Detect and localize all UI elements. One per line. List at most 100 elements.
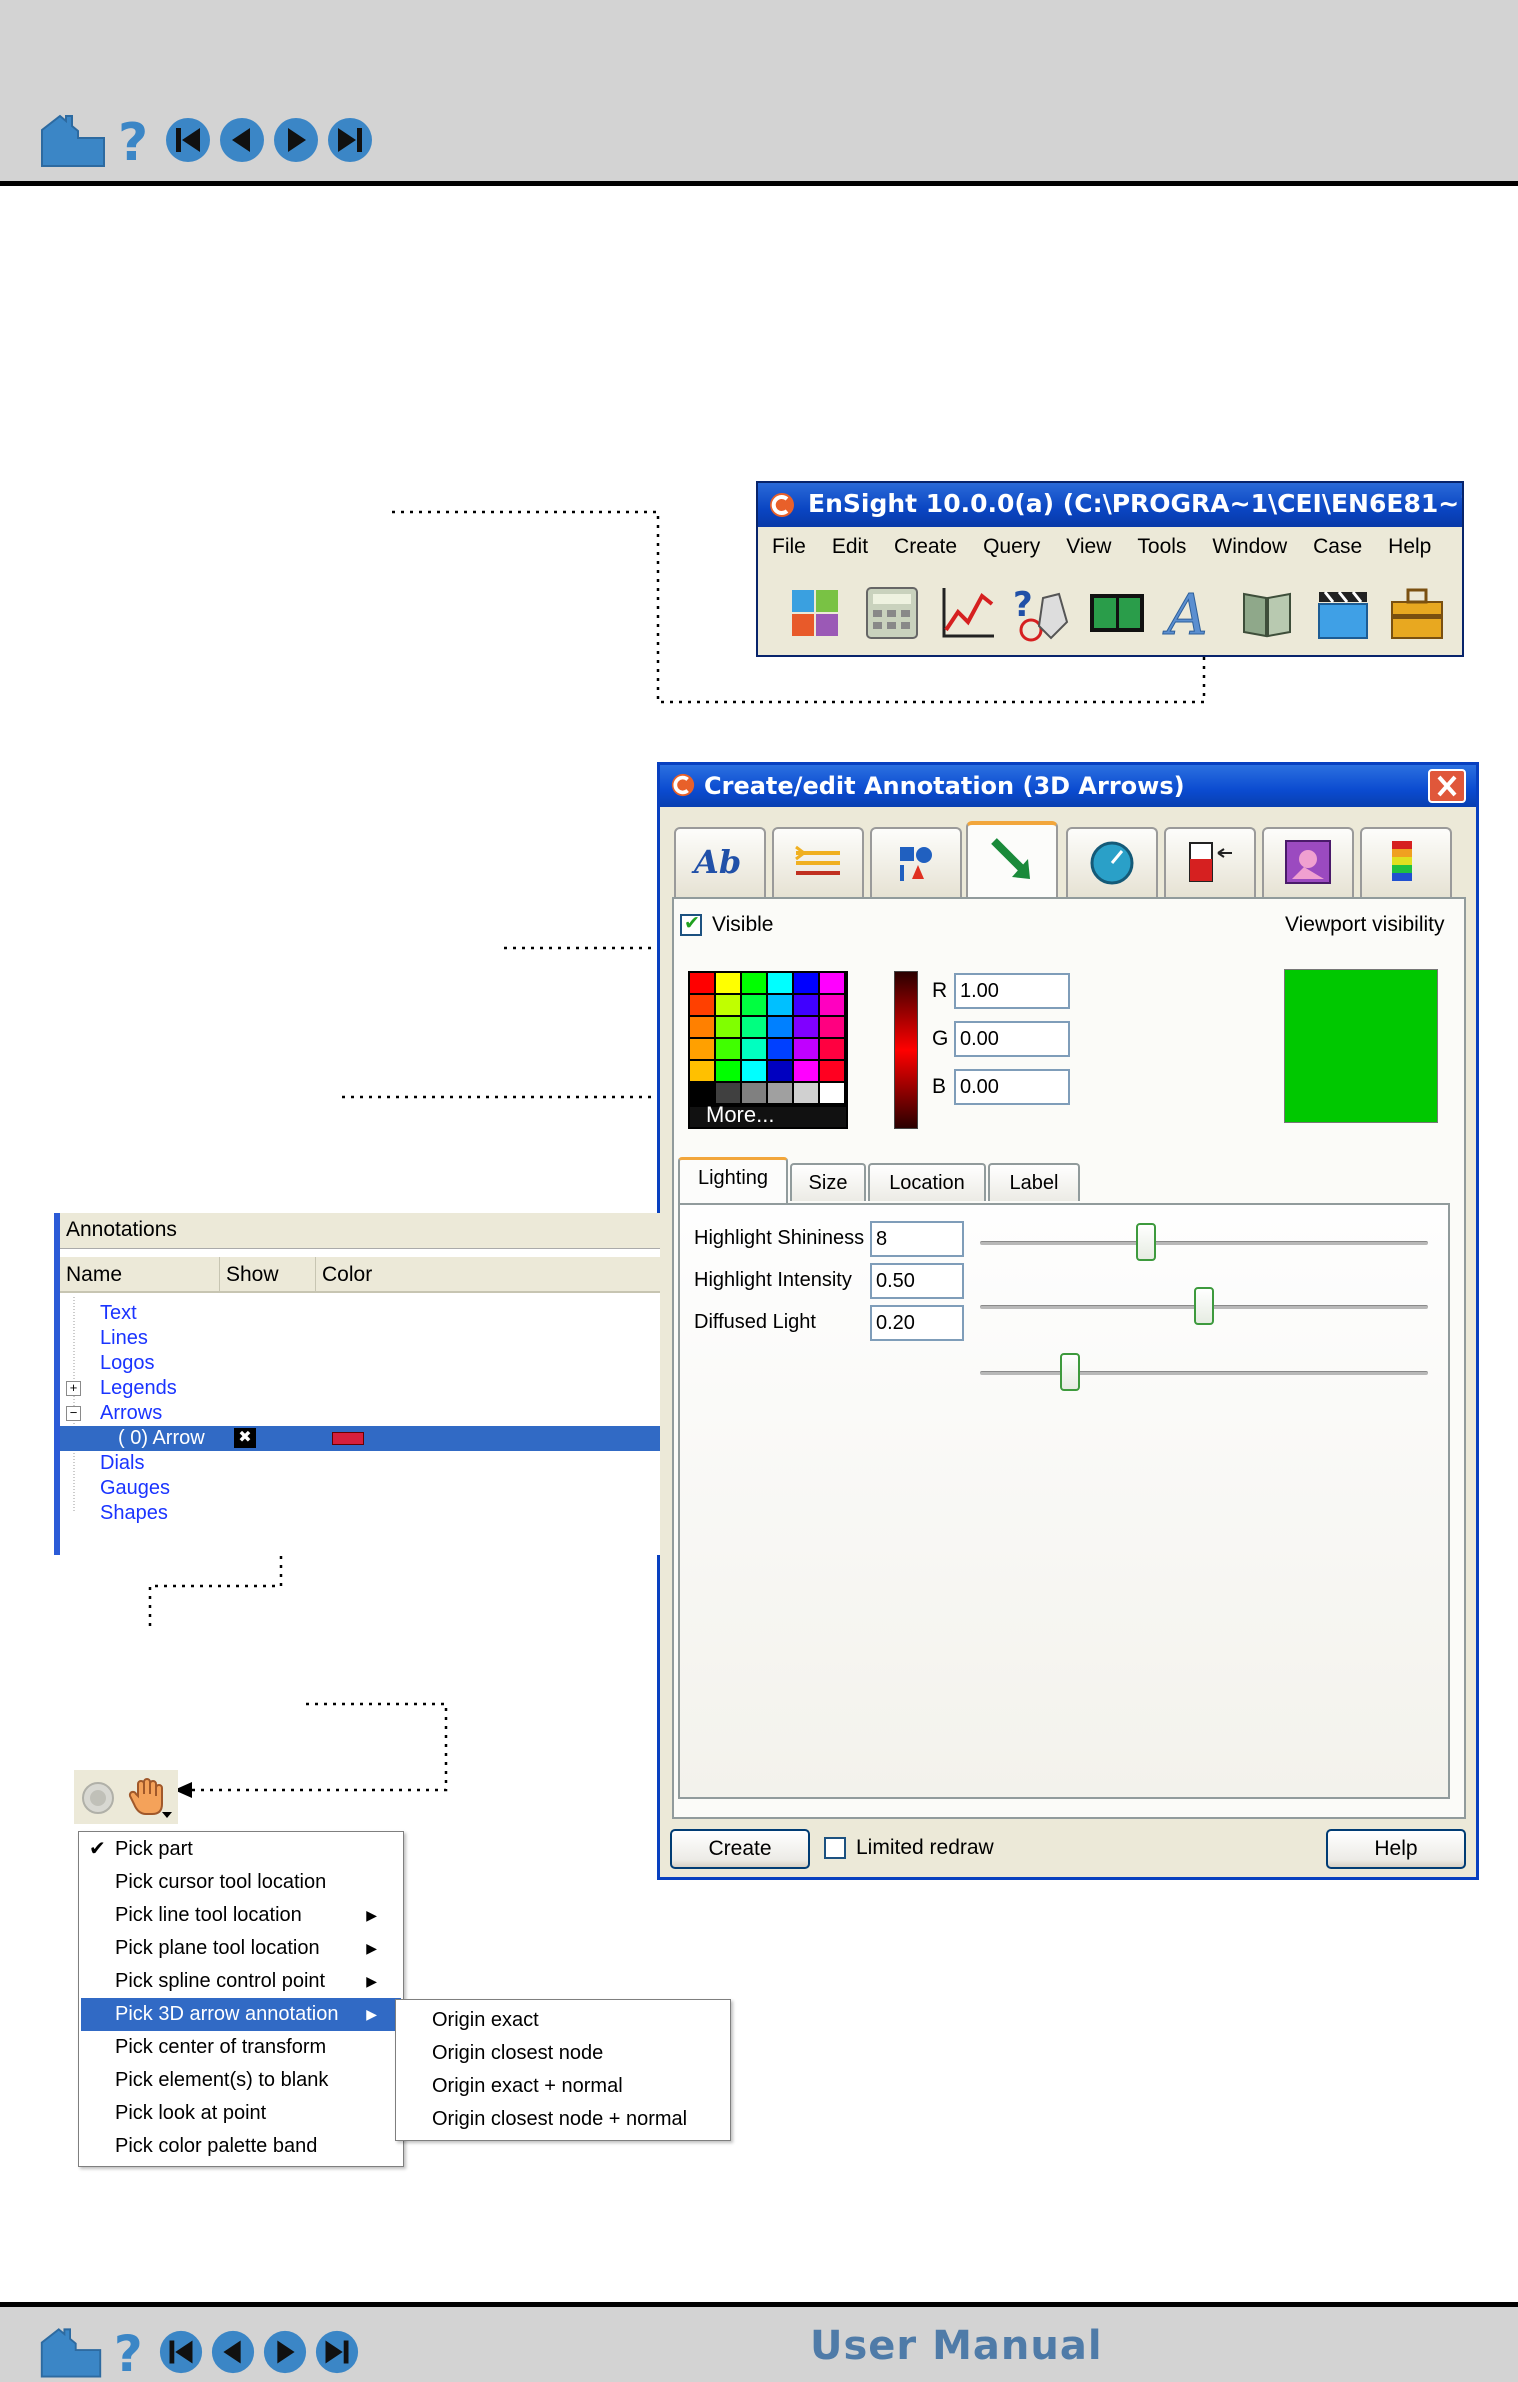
- query-probe-icon[interactable]: ?: [1011, 582, 1073, 644]
- diffused-light-slider-track[interactable]: [980, 1371, 1428, 1375]
- color-swatch[interactable]: [716, 1039, 740, 1059]
- tab-logos[interactable]: [870, 827, 962, 897]
- color-swatch[interactable]: [742, 1017, 766, 1037]
- tab-arrows[interactable]: [966, 821, 1058, 899]
- color-swatch[interactable]: [794, 973, 818, 993]
- color-swatch[interactable]: [820, 1083, 844, 1103]
- color-swatch[interactable]: [742, 1061, 766, 1081]
- calculator-icon[interactable]: [861, 582, 923, 644]
- color-swatch[interactable]: [768, 1061, 792, 1081]
- menu-file[interactable]: File: [772, 535, 806, 559]
- g-field[interactable]: 0.00: [954, 1021, 1070, 1057]
- red-intensity-bar[interactable]: [894, 971, 918, 1129]
- color-swatch[interactable]: [794, 1017, 818, 1037]
- color-swatch[interactable]: [794, 1039, 818, 1059]
- color-swatch[interactable]: [768, 1017, 792, 1037]
- column-show[interactable]: Show: [220, 1257, 316, 1293]
- color-swatch[interactable]: [794, 995, 818, 1015]
- tab-lines[interactable]: [772, 827, 864, 897]
- subtab-size[interactable]: Size: [790, 1163, 866, 1201]
- annotation-icon[interactable]: A: [1161, 582, 1223, 645]
- menu-view[interactable]: View: [1066, 535, 1111, 559]
- color-swatch[interactable]: [690, 1017, 714, 1037]
- origin-closest-node-item[interactable]: Origin closest node: [398, 2037, 728, 2070]
- color-swatch[interactable]: [690, 973, 714, 993]
- visible-checkbox[interactable]: [680, 912, 702, 936]
- help-button[interactable]: Help: [1326, 1829, 1466, 1869]
- chart-icon[interactable]: [936, 582, 998, 644]
- tree-item-arrows[interactable]: − Arrows: [60, 1401, 660, 1426]
- highlight-shininess-slider-thumb[interactable]: [1135, 1223, 1156, 1261]
- tab-text[interactable]: Ab: [674, 827, 766, 897]
- toolbox-icon[interactable]: [1386, 582, 1448, 644]
- tree-item-shapes[interactable]: Shapes: [60, 1501, 660, 1526]
- puzzle-icon[interactable]: [786, 582, 848, 644]
- main-window-titlebar[interactable]: EnSight 10.0.0(a) (C:\PROGRA~1\CEI\EN6E8…: [758, 483, 1462, 527]
- menu-window[interactable]: Window: [1212, 535, 1287, 559]
- color-swatch[interactable]: [794, 1083, 818, 1103]
- color-swatch[interactable]: [716, 1061, 740, 1081]
- diffused-light-slider-thumb[interactable]: [1059, 1353, 1080, 1391]
- pick-spline-point-item[interactable]: Pick spline control point ▶: [81, 1965, 401, 1998]
- color-swatch[interactable]: [820, 1039, 844, 1059]
- limited-redraw-checkbox[interactable]: [824, 1837, 846, 1859]
- tree-item-text[interactable]: Text: [60, 1301, 660, 1326]
- color-swatch[interactable]: [820, 1061, 844, 1081]
- highlight-shininess-slider-track[interactable]: [980, 1241, 1428, 1245]
- book-icon[interactable]: [1236, 582, 1298, 644]
- visible-checkbox-row[interactable]: Visible: [680, 912, 773, 937]
- pick-cursor-tool-item[interactable]: Pick cursor tool location: [81, 1866, 401, 1899]
- color-swatch[interactable]: [716, 1083, 740, 1103]
- expand-icon[interactable]: +: [66, 1381, 81, 1396]
- color-swatch[interactable]: [768, 995, 792, 1015]
- first-page-icon[interactable]: [158, 2329, 204, 2375]
- color-swatch[interactable]: [742, 973, 766, 993]
- pick-palette-band-item[interactable]: Pick color palette band: [81, 2130, 401, 2163]
- selection-radio-icon[interactable]: [80, 1780, 116, 1816]
- arrow-color-chip[interactable]: [332, 1432, 364, 1445]
- pick-elements-blank-item[interactable]: Pick element(s) to blank: [81, 2064, 401, 2097]
- color-swatch[interactable]: [820, 973, 844, 993]
- pick-plane-tool-item[interactable]: Pick plane tool location ▶: [81, 1932, 401, 1965]
- menu-query[interactable]: Query: [983, 535, 1040, 559]
- color-swatch[interactable]: [716, 973, 740, 993]
- column-name[interactable]: Name: [60, 1257, 220, 1293]
- highlight-shininess-field[interactable]: 8: [870, 1221, 964, 1257]
- color-swatch[interactable]: [768, 973, 792, 993]
- tree-item-logos[interactable]: Logos: [60, 1351, 660, 1376]
- tree-item-lines[interactable]: Lines: [60, 1326, 660, 1351]
- menu-case[interactable]: Case: [1313, 535, 1362, 559]
- highlight-intensity-field[interactable]: 0.50: [870, 1263, 964, 1299]
- tab-shapes[interactable]: [1262, 827, 1354, 897]
- viewport-visibility-button[interactable]: Viewport visibility: [1285, 913, 1445, 937]
- last-page-icon[interactable]: [314, 2329, 360, 2375]
- menu-tools[interactable]: Tools: [1137, 535, 1186, 559]
- menu-edit[interactable]: Edit: [832, 535, 868, 559]
- tree-item-dials[interactable]: Dials: [60, 1451, 660, 1476]
- pick-hand-icon[interactable]: [128, 1776, 174, 1820]
- show-toggle-icon[interactable]: ✖: [234, 1428, 256, 1448]
- diffused-light-field[interactable]: 0.20: [870, 1305, 964, 1341]
- home-icon[interactable]: [38, 2325, 104, 2379]
- origin-closest-node-normal-item[interactable]: Origin closest node + normal: [398, 2103, 728, 2136]
- pick-line-tool-item[interactable]: Pick line tool location ▶: [81, 1899, 401, 1932]
- highlight-intensity-slider-thumb[interactable]: [1194, 1287, 1214, 1325]
- collapse-icon[interactable]: −: [66, 1406, 81, 1421]
- color-swatch[interactable]: [690, 1083, 714, 1103]
- tab-legends[interactable]: [1360, 827, 1452, 897]
- tree-item-gauges[interactable]: Gauges: [60, 1476, 660, 1501]
- pick-center-transform-item[interactable]: Pick center of transform: [81, 2031, 401, 2064]
- color-swatch[interactable]: [742, 1039, 766, 1059]
- color-swatch[interactable]: [690, 995, 714, 1015]
- more-colors-button[interactable]: More...: [706, 1102, 774, 1128]
- color-swatch[interactable]: [742, 995, 766, 1015]
- pick-look-at-item[interactable]: Pick look at point: [81, 2097, 401, 2130]
- clapper-icon[interactable]: [1311, 582, 1373, 644]
- origin-exact-item[interactable]: Origin exact: [398, 2004, 728, 2037]
- color-preview[interactable]: [1284, 969, 1438, 1123]
- subtab-lighting[interactable]: Lighting: [678, 1157, 788, 1203]
- color-swatch[interactable]: [716, 995, 740, 1015]
- color-swatch[interactable]: [690, 1039, 714, 1059]
- subtab-label[interactable]: Label: [988, 1163, 1080, 1201]
- b-field[interactable]: 0.00: [954, 1069, 1070, 1105]
